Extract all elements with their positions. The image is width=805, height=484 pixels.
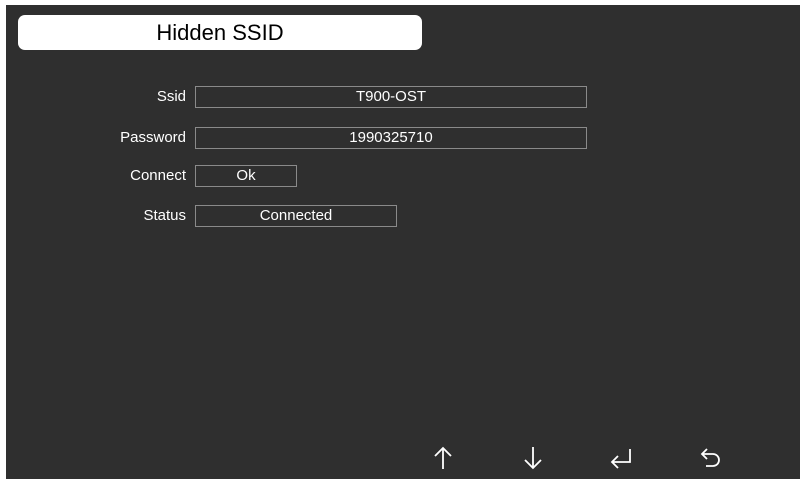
back-undo-icon [700,448,720,467]
ssid-label: Ssid [156,88,186,105]
arrow-down-icon [524,447,542,470]
status-label: Status [143,207,186,224]
password-label: Password [120,129,186,146]
enter-return-icon [610,449,631,469]
enter-button[interactable] [606,443,636,473]
down-button[interactable] [518,443,548,473]
connect-ok-button[interactable]: Ok [195,165,297,187]
connect-label: Connect [130,167,186,184]
hidden-ssid-screen: Hidden SSID Ssid T900-OST Password 19903… [6,5,800,479]
up-button[interactable] [428,443,458,473]
page-title: Hidden SSID [18,15,422,50]
arrow-up-icon [434,446,452,469]
back-button[interactable] [696,443,726,473]
status-field: Connected [195,205,397,227]
ssid-field[interactable]: T900-OST [195,86,587,108]
password-field[interactable]: 1990325710 [195,127,587,149]
